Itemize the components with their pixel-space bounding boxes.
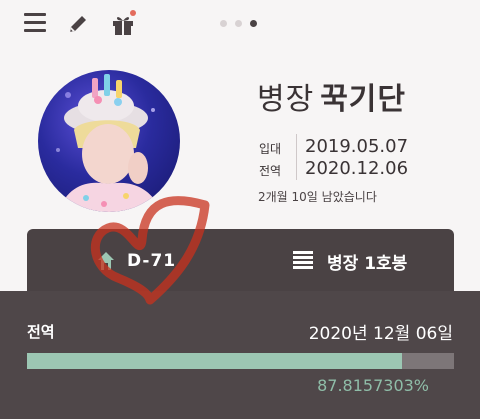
discharge-label: 전역 (259, 164, 282, 178)
progress-percent: 87.8157303% (317, 376, 429, 395)
avatar[interactable] (38, 70, 180, 212)
house-icon (97, 251, 115, 271)
summary-card: D-71 병장 1호봉 (27, 229, 454, 291)
notification-dot (130, 10, 136, 16)
rank-step[interactable]: 병장 1호봉 (327, 249, 407, 274)
progress-label: 전역 (27, 323, 55, 341)
hamburger-icon[interactable] (24, 13, 46, 33)
list-icon (293, 251, 313, 269)
progress-bar (27, 353, 454, 369)
rank-name-title: 병장 꾹기단 (257, 74, 406, 118)
dday-counter[interactable]: D-71 (127, 251, 176, 271)
pencil-icon[interactable] (66, 12, 90, 36)
page-indicator (220, 20, 257, 27)
enlist-label: 입대 (259, 142, 282, 156)
top-bar (0, 0, 480, 52)
rank-label: 병장 (257, 82, 315, 117)
discharge-row: 전역 2020.12.06 (259, 158, 408, 179)
remaining-text: 2개월 10일 남았습니다 (258, 190, 377, 204)
progress-card: 전역 2020년 12월 06일 87.8157303% (0, 291, 480, 419)
progress-bar-fill (27, 353, 402, 369)
enlist-date[interactable]: 2019.05.07 (305, 136, 408, 157)
page-dot-active[interactable] (250, 20, 257, 27)
page-dot[interactable] (235, 20, 242, 27)
user-name: 꾹기단 (320, 82, 407, 117)
progress-date: 2020년 12월 06일 (308, 324, 453, 344)
discharge-date[interactable]: 2020.12.06 (305, 158, 408, 179)
divider (296, 134, 297, 180)
enlist-row: 입대 2019.05.07 (259, 136, 408, 157)
page-dot[interactable] (220, 20, 227, 27)
